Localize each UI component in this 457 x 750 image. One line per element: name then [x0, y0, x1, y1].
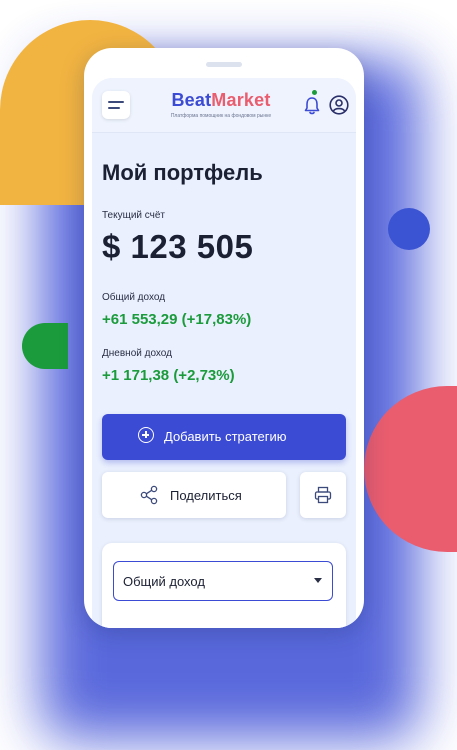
decor-blue-circle — [388, 208, 430, 250]
hamburger-icon[interactable] — [102, 91, 130, 119]
add-strategy-button[interactable]: Добавить стратегию — [102, 414, 346, 460]
decor-green-shape — [22, 323, 68, 369]
print-button[interactable] — [300, 472, 346, 518]
chart-metric-select[interactable]: Общий доход — [113, 561, 333, 601]
page-title: Мой портфель — [102, 160, 263, 185]
chart-metric-selected: Общий доход — [123, 574, 205, 589]
plus-circle-icon — [138, 427, 154, 443]
chevron-down-icon — [314, 578, 322, 583]
account-label: Текущий счёт — [102, 210, 166, 221]
logo-tagline: Платформа помощник на фондовом рынке — [170, 113, 272, 119]
daily-income-label: Дневной доход — [102, 348, 172, 359]
notification-dot — [312, 90, 317, 95]
printer-icon — [314, 486, 332, 504]
account-balance: $ 123 505 — [102, 228, 254, 265]
share-button[interactable]: Поделиться — [102, 472, 286, 518]
logo[interactable]: BeatMarket Платформа помощник на фондово… — [156, 90, 286, 119]
share-label: Поделиться — [170, 488, 242, 503]
chart-card: Общий доход — [102, 543, 346, 628]
logo-market: Market — [211, 90, 271, 110]
app-screen: BeatMarket Платформа помощник на фондово… — [92, 78, 356, 628]
phone-frame: BeatMarket Платформа помощник на фондово… — [84, 48, 364, 628]
phone-speaker — [206, 62, 242, 67]
user-icon[interactable] — [329, 95, 349, 115]
total-income-value: +61 553,29 (+17,83%) — [102, 311, 252, 328]
app-header: BeatMarket Платформа помощник на фондово… — [92, 78, 356, 133]
logo-beat: Beat — [171, 90, 212, 110]
add-strategy-label: Добавить стратегию — [164, 429, 287, 444]
total-income-label: Общий доход — [102, 292, 166, 303]
bell-icon[interactable] — [303, 96, 321, 116]
daily-income-value: +1 171,38 (+2,73%) — [102, 367, 235, 384]
share-icon — [140, 485, 158, 505]
